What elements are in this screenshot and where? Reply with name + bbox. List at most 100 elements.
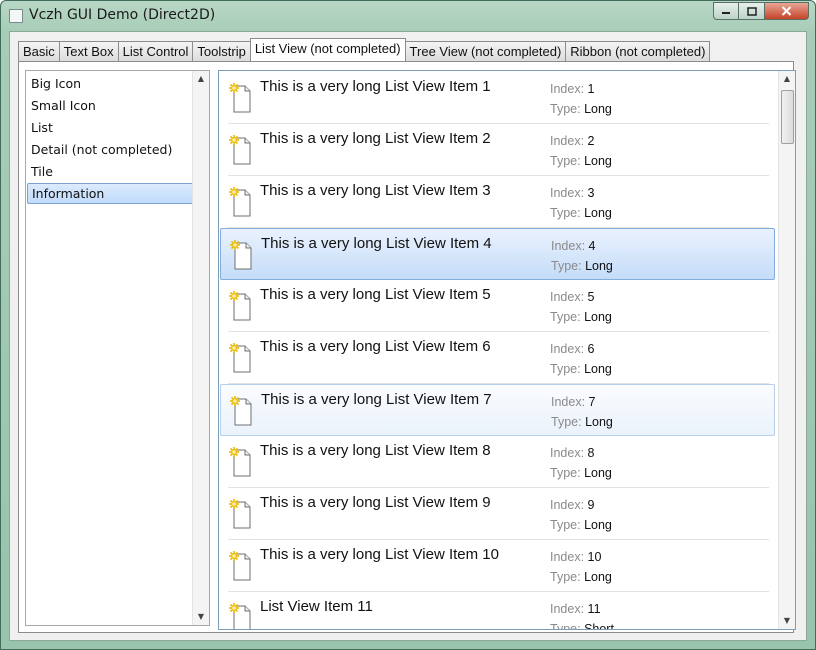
index-value: 1	[587, 82, 595, 96]
index-property: Index: 1	[550, 82, 595, 96]
list-view-item[interactable]: This is a very long List View Item 3 Inde…	[220, 176, 775, 228]
list-view-item[interactable]: List View Item 11 Index: 11 Type: Short	[220, 592, 775, 630]
type-property: Type: Long	[551, 415, 613, 429]
maximize-icon	[746, 6, 757, 16]
tab-text-box[interactable]: Text Box	[58, 41, 119, 61]
document-new-icon	[229, 343, 251, 373]
view-mode-small-icon[interactable]: Small Icon	[27, 95, 194, 116]
type-value: Long	[585, 259, 613, 273]
list-item-text: This is a very long List View Item 8	[260, 442, 491, 459]
scroll-down-arrow-icon[interactable]: ▼	[193, 609, 209, 625]
index-value: 10	[587, 550, 602, 564]
window-title: Vczh GUI Demo (Direct2D)	[29, 7, 216, 23]
list-item-text: This is a very long List View Item 7	[261, 391, 492, 408]
list-view-item[interactable]: This is a very long List View Item 5 Inde…	[220, 280, 775, 332]
type-property: Type: Long	[550, 362, 612, 376]
index-label: Index:	[550, 602, 585, 616]
type-label: Type:	[550, 622, 581, 630]
document-new-icon	[230, 396, 252, 426]
view-mode-information[interactable]: Information	[27, 183, 194, 204]
list-view-item[interactable]: This is a very long List View Item 10 Ind…	[220, 540, 775, 592]
type-value: Long	[584, 102, 612, 116]
tab-toolstrip[interactable]: Toolstrip	[192, 41, 251, 61]
index-property: Index: 11	[550, 602, 601, 616]
list-view: This is a very long List View Item 1 Inde…	[218, 70, 796, 630]
index-property: Index: 9	[550, 498, 595, 512]
index-value: 4	[588, 239, 596, 253]
list-item-text: This is a very long List View Item 10	[260, 546, 499, 563]
list-item-text: This is a very long List View Item 3	[260, 182, 491, 199]
type-value: Long	[584, 206, 612, 220]
minimize-icon	[722, 12, 730, 14]
minimize-button[interactable]	[713, 2, 739, 20]
list-view-item[interactable]: This is a very long List View Item 6 Inde…	[220, 332, 775, 384]
tab-page: Big Icon Small Icon List Detail (not com…	[18, 61, 796, 633]
index-property: Index: 8	[550, 446, 595, 460]
view-mode-list[interactable]: List	[27, 117, 194, 138]
scroll-up-arrow-icon[interactable]: ▲	[779, 71, 795, 87]
list-view-item[interactable]: This is a very long List View Item 8 Inde…	[220, 436, 775, 488]
title-bar[interactable]: Vczh GUI Demo (Direct2D)	[1, 1, 815, 31]
document-new-icon	[229, 83, 251, 113]
type-label: Type:	[550, 310, 581, 324]
view-mode-tile[interactable]: Tile	[27, 161, 194, 182]
index-label: Index:	[550, 342, 585, 356]
close-icon	[781, 6, 792, 16]
type-value: Long	[585, 415, 613, 429]
list-view-item[interactable]: This is a very long List View Item 7 Inde…	[220, 384, 775, 436]
tab-basic[interactable]: Basic	[18, 41, 60, 61]
index-property: Index: 7	[551, 395, 596, 409]
list-view-scrollbar[interactable]: ▲ ▼	[778, 71, 795, 629]
tab-list-view[interactable]: List View (not completed)	[249, 38, 406, 61]
scroll-down-arrow-icon[interactable]: ▼	[779, 613, 795, 629]
app-icon	[9, 9, 23, 23]
index-property: Index: 10	[550, 550, 601, 564]
type-property: Type: Long	[550, 102, 612, 116]
scroll-up-arrow-icon[interactable]: ▲	[193, 71, 209, 87]
index-value: 8	[587, 446, 595, 460]
type-property: Type: Long	[550, 466, 612, 480]
index-property: Index: 4	[551, 239, 596, 253]
type-property: Type: Long	[550, 310, 612, 324]
list-item-text: This is a very long List View Item 2	[260, 130, 491, 147]
index-value: 6	[587, 342, 595, 356]
type-value: Long	[584, 310, 612, 324]
tab-list-control[interactable]: List Control	[117, 41, 194, 61]
list-view-item[interactable]: This is a very long List View Item 2 Inde…	[220, 124, 775, 176]
document-new-icon	[229, 291, 251, 321]
view-mode-big-icon[interactable]: Big Icon	[27, 73, 194, 94]
scrollbar-thumb[interactable]	[781, 90, 794, 144]
tab-tree-view[interactable]: Tree View (not completed)	[404, 41, 567, 61]
type-label: Type:	[550, 570, 581, 584]
list-item-text: This is a very long List View Item 5	[260, 286, 491, 303]
close-button[interactable]	[765, 2, 809, 20]
type-label: Type:	[550, 362, 581, 376]
list-view-item[interactable]: This is a very long List View Item 1 Inde…	[220, 72, 775, 124]
type-label: Type:	[550, 466, 581, 480]
index-value: 5	[587, 290, 595, 304]
tab-ribbon[interactable]: Ribbon (not completed)	[565, 41, 711, 61]
list-view-item[interactable]: This is a very long List View Item 9 Inde…	[220, 488, 775, 540]
index-label: Index:	[550, 134, 585, 148]
type-value: Long	[584, 518, 612, 532]
type-value: Long	[584, 466, 612, 480]
document-new-icon	[229, 551, 251, 581]
document-new-icon	[229, 187, 251, 217]
document-new-icon	[229, 603, 251, 629]
index-label: Index:	[550, 186, 585, 200]
view-mode-detail[interactable]: Detail (not completed)	[27, 139, 194, 160]
index-value: 9	[587, 498, 595, 512]
tab-strip: Basic Text Box List Control Toolstrip Li…	[18, 38, 711, 61]
maximize-button[interactable]	[739, 2, 765, 20]
list-item-text: This is a very long List View Item 4	[261, 235, 492, 252]
type-label: Type:	[550, 102, 581, 116]
index-property: Index: 3	[550, 186, 595, 200]
list-view-item[interactable]: This is a very long List View Item 4 Inde…	[220, 228, 775, 280]
index-value: 7	[588, 395, 596, 409]
view-mode-scrollbar[interactable]: ▲ ▼	[192, 71, 209, 625]
type-label: Type:	[551, 259, 582, 273]
view-mode-list: Big Icon Small Icon List Detail (not com…	[25, 70, 210, 626]
type-value: Short	[584, 622, 614, 630]
index-label: Index:	[550, 82, 585, 96]
type-property: Type: Long	[550, 570, 612, 584]
